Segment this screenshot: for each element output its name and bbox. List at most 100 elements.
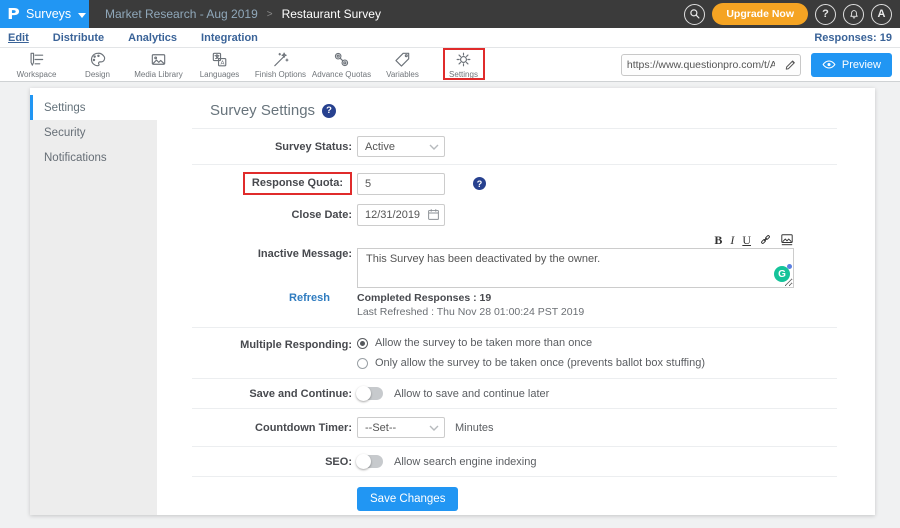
search-button[interactable] — [684, 4, 705, 25]
survey-status-select[interactable]: Active — [357, 136, 445, 157]
breadcrumb-parent[interactable]: Market Research - Aug 2019 — [105, 7, 258, 21]
save-changes-row: Save Changes — [192, 477, 837, 521]
completed-responses-text: Completed Responses : 19 — [357, 292, 584, 304]
survey-url-input[interactable] — [622, 59, 780, 71]
main-nav: Edit Distribute Analytics Integration Re… — [0, 28, 900, 48]
avatar[interactable]: A — [871, 4, 892, 25]
image-icon[interactable] — [780, 233, 794, 246]
radio-button-multiple[interactable] — [357, 338, 368, 349]
nav-analytics[interactable]: Analytics — [128, 32, 177, 44]
upgrade-now-button[interactable]: Upgrade Now — [712, 3, 808, 25]
survey-status-row: Survey Status: Active — [192, 129, 837, 165]
nav-edit[interactable]: Edit — [8, 32, 29, 44]
seo-label: SEO: — [192, 456, 352, 468]
product-label: Surveys — [26, 7, 71, 21]
radio-button-once[interactable] — [357, 358, 368, 369]
save-and-continue-label: Save and Continue: — [192, 388, 352, 400]
save-and-continue-row: Save and Continue: Allow to save and con… — [192, 379, 837, 409]
grammarly-icon[interactable]: G — [774, 266, 790, 282]
toolbar-item-finish-options[interactable]: Finish Options — [250, 49, 311, 81]
response-quota-help-icon[interactable]: ? — [473, 177, 486, 190]
survey-url-area: Preview — [621, 53, 900, 77]
sidebar-item-settings[interactable]: Settings — [30, 95, 157, 120]
advance-quotas-icon — [332, 50, 351, 69]
responses-count[interactable]: Responses: 19 — [814, 32, 892, 44]
radio-option-multiple-text: Allow the survey to be taken more than o… — [375, 337, 592, 349]
refresh-row: Refresh Completed Responses : 19 Last Re… — [192, 290, 837, 327]
response-quota-input[interactable] — [357, 173, 445, 195]
settings-card: Settings Security Notifications Survey S… — [30, 88, 875, 515]
workspace-icon — [27, 50, 46, 69]
link-icon[interactable] — [759, 233, 772, 246]
format-toolbar: B I U — [357, 232, 794, 246]
nav-integration[interactable]: Integration — [201, 32, 258, 44]
eye-icon — [822, 59, 836, 70]
save-and-continue-toggle[interactable] — [357, 387, 383, 400]
calendar-icon[interactable] — [427, 208, 440, 221]
sidebar-item-notifications[interactable]: Notifications — [30, 145, 157, 170]
sidebar-item-security[interactable]: Security — [30, 120, 157, 145]
page-background: Settings Security Notifications Survey S… — [0, 83, 900, 528]
survey-settings-help-icon[interactable]: ? — [322, 104, 336, 118]
nav-distribute[interactable]: Distribute — [53, 32, 104, 44]
countdown-timer-row: Countdown Timer: --Set-- Minutes — [192, 409, 837, 447]
topbar: P Surveys Market Research - Aug 2019 > R… — [0, 0, 900, 28]
countdown-timer-label: Countdown Timer: — [192, 422, 352, 434]
response-stats: Completed Responses : 19 Last Refreshed … — [357, 292, 584, 318]
toolbar-item-media-library[interactable]: Media Library — [128, 49, 189, 81]
annotation-response-quota-highlight: Response Quota: — [243, 172, 352, 195]
design-icon — [88, 50, 107, 69]
preview-button[interactable]: Preview — [811, 53, 892, 77]
questionpro-logo: P — [7, 5, 20, 23]
notifications-button[interactable] — [843, 4, 864, 25]
pencil-icon — [784, 59, 796, 71]
breadcrumb: Market Research - Aug 2019 > Restaurant … — [89, 0, 381, 28]
help-button[interactable]: ? — [815, 4, 836, 25]
inactive-message-row: Inactive Message: B I U — [192, 230, 837, 290]
inactive-message-textarea[interactable]: This Survey has been deactivated by the … — [357, 248, 794, 288]
countdown-timer-suffix: Minutes — [455, 422, 494, 434]
refresh-link[interactable]: Refresh — [192, 292, 352, 304]
toolbar-item-languages[interactable]: A Languages — [189, 49, 250, 81]
inactive-message-label: Inactive Message: — [192, 232, 352, 260]
settings-content: Survey Settings ? Survey Status: Active … — [157, 88, 875, 515]
bell-icon — [848, 8, 860, 21]
toolbar-item-settings[interactable]: Settings — [433, 49, 494, 81]
toolbar-item-advance-quotas[interactable]: Advance Quotas — [311, 49, 372, 81]
edit-toolbar: Workspace Design Media Library A Languag… — [0, 48, 900, 82]
italic-button[interactable]: I — [730, 234, 734, 246]
edit-url-button[interactable] — [780, 55, 800, 75]
seo-row: SEO: Allow search engine indexing — [192, 447, 837, 477]
languages-icon: A — [210, 50, 229, 69]
radio-option-once: Only allow the survey to be taken once (… — [357, 357, 705, 369]
close-date-row: Close Date: — [192, 201, 837, 230]
search-icon — [689, 8, 701, 20]
media-library-icon — [149, 50, 168, 69]
survey-status-label: Survey Status: — [192, 141, 352, 153]
surveys-menu[interactable]: P Surveys — [0, 0, 89, 28]
countdown-timer-select[interactable]: --Set-- — [357, 417, 445, 438]
toggle-knob — [356, 386, 371, 401]
toolbar-item-variables[interactable]: Variables — [372, 49, 433, 81]
bold-button[interactable]: B — [714, 234, 722, 246]
survey-url-box — [621, 54, 801, 76]
last-refreshed-text: Last Refreshed : Thu Nov 28 01:00:24 PST… — [357, 306, 584, 318]
breadcrumb-separator: > — [267, 9, 273, 20]
toolbar-item-design[interactable]: Design — [67, 49, 128, 81]
save-changes-button[interactable]: Save Changes — [357, 487, 458, 511]
response-quota-label: Response Quota: — [252, 177, 343, 189]
response-quota-row: Response Quota: ? — [192, 165, 837, 201]
svg-text:A: A — [221, 60, 225, 66]
seo-toggle[interactable] — [357, 455, 383, 468]
topbar-actions: Upgrade Now ? A — [684, 0, 900, 28]
seo-text: Allow search engine indexing — [394, 456, 536, 468]
multiple-responding-row: Multiple Responding: Allow the survey to… — [192, 328, 837, 379]
underline-button[interactable]: U — [742, 234, 751, 246]
settings-icon — [454, 50, 473, 69]
page-title: Survey Settings — [210, 102, 315, 119]
save-and-continue-text: Allow to save and continue later — [394, 388, 549, 400]
settings-sidebar: Settings Security Notifications — [30, 88, 157, 515]
toolbar-item-workspace[interactable]: Workspace — [6, 49, 67, 81]
title-row: Survey Settings ? — [192, 88, 837, 129]
sidebar-filler — [30, 170, 157, 515]
